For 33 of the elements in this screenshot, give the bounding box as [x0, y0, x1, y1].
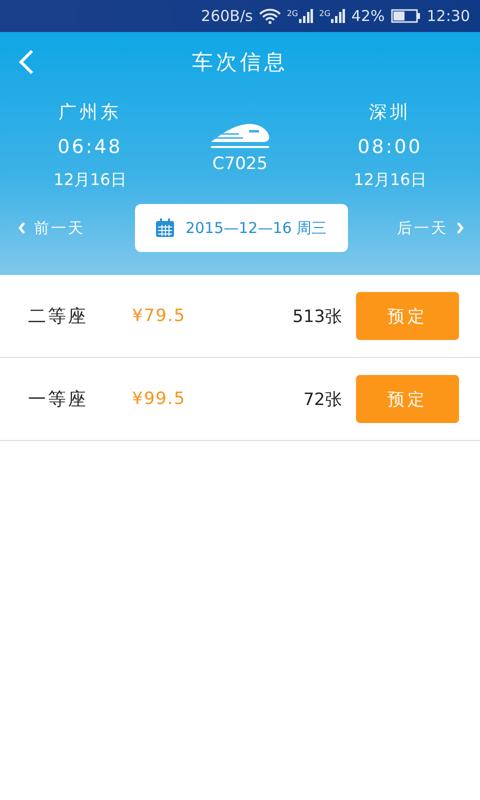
date-picker-button[interactable]: 2015—12—16 周三: [134, 204, 348, 252]
arrival-time: 08:00: [358, 136, 422, 158]
seat-price: ¥99.5: [132, 389, 187, 409]
arrival-station: 深圳: [369, 101, 411, 124]
previous-day-button[interactable]: 前一天: [18, 218, 85, 238]
seat-class: 一等座: [28, 388, 89, 411]
arrival-date: 12月16日: [354, 170, 426, 191]
book-button[interactable]: 预定: [356, 292, 459, 340]
battery-percent: 42%: [351, 7, 385, 25]
tickets-left: 513张: [292, 306, 342, 328]
network-type: 2G: [319, 9, 330, 18]
back-icon: [18, 49, 34, 75]
network-type: 2G: [286, 9, 298, 18]
seat-class: 二等座: [28, 305, 89, 328]
chevron-left-icon: [18, 222, 26, 234]
seat-price: ¥79.5: [132, 306, 187, 326]
clock: 12:30: [426, 7, 470, 25]
tickets-left: 72张: [303, 388, 342, 410]
departure-date: 12月16日: [54, 170, 126, 191]
chevron-right-icon: [456, 222, 464, 234]
signal-icon: [299, 9, 314, 23]
wifi-icon: [258, 8, 281, 24]
departure-station: 广州东: [58, 101, 122, 124]
departure-time: 06:48: [58, 136, 122, 158]
battery-icon: [390, 9, 421, 23]
page-title: 车次信息: [192, 49, 288, 76]
book-button[interactable]: 预定: [356, 375, 459, 423]
signal-icon: [331, 9, 346, 23]
train-icon: [209, 122, 271, 150]
calendar-icon: [155, 218, 176, 238]
network-speed: 260B/s: [201, 7, 253, 25]
train-number: C7025: [212, 154, 268, 174]
next-day-button[interactable]: 后一天: [397, 218, 464, 238]
